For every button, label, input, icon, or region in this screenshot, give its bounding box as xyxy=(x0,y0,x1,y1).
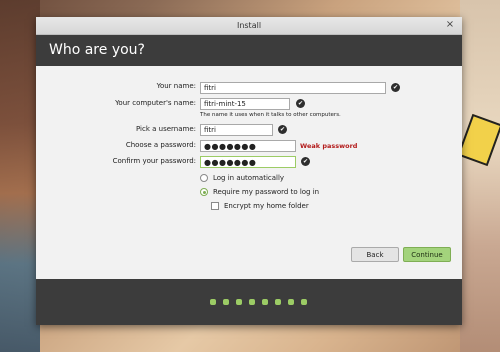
continue-button[interactable]: Continue xyxy=(403,247,451,262)
username-input[interactable] xyxy=(200,124,273,136)
window-title: Install xyxy=(236,21,262,30)
computer-name-hint: The name it uses when it talks to other … xyxy=(200,112,341,118)
password-input[interactable]: ●●●●●●● xyxy=(200,140,296,152)
encrypt-home-label: Encrypt my home folder xyxy=(224,202,309,210)
name-input[interactable] xyxy=(200,82,386,94)
close-icon[interactable]: × xyxy=(444,19,456,31)
encrypt-home-option[interactable]: Encrypt my home folder xyxy=(211,202,309,210)
confirm-password-label: Confirm your password: xyxy=(112,157,196,165)
progress-dot xyxy=(275,299,281,305)
login-auto-option[interactable]: Log in automatically xyxy=(200,174,284,182)
progress-dot xyxy=(262,299,268,305)
name-label: Your name: xyxy=(156,82,196,90)
progress-footer xyxy=(36,279,462,325)
progress-dot xyxy=(210,299,216,305)
title-bar: Install × xyxy=(36,17,462,35)
computer-name-input[interactable] xyxy=(200,98,290,110)
page-title: Who are you? xyxy=(49,42,145,58)
require-password-label: Require my password to log in xyxy=(213,188,320,196)
progress-dot xyxy=(301,299,307,305)
back-button[interactable]: Back xyxy=(351,247,399,262)
password-strength-label: Weak password xyxy=(300,142,358,150)
confirm-password-input[interactable]: ●●●●●●● xyxy=(200,156,296,168)
progress-dots xyxy=(210,299,307,305)
form-content: Your name: ✔ Your computer's name: ✔ The… xyxy=(36,66,462,280)
require-password-radio[interactable] xyxy=(200,188,208,196)
progress-dot xyxy=(288,299,294,305)
login-auto-label: Log in automatically xyxy=(213,174,285,182)
username-label: Pick a username: xyxy=(135,125,196,133)
confirm-password-check-icon: ✔ xyxy=(301,157,310,166)
computer-name-check-icon: ✔ xyxy=(296,99,305,108)
password-label: Choose a password: xyxy=(125,141,196,149)
wallpaper-left xyxy=(0,0,40,352)
username-check-icon: ✔ xyxy=(278,125,287,134)
encrypt-home-checkbox[interactable] xyxy=(211,202,219,210)
progress-dot xyxy=(236,299,242,305)
page-header: Who are you? xyxy=(36,35,462,66)
progress-dot xyxy=(249,299,255,305)
require-password-option[interactable]: Require my password to log in xyxy=(200,188,319,196)
wallpaper-right xyxy=(460,0,500,352)
install-window: Install × Who are you? Your name: ✔ Your… xyxy=(36,17,462,325)
progress-dot xyxy=(223,299,229,305)
login-auto-radio[interactable] xyxy=(200,174,208,182)
computer-name-label: Your computer's name: xyxy=(115,99,196,107)
name-check-icon: ✔ xyxy=(391,83,400,92)
